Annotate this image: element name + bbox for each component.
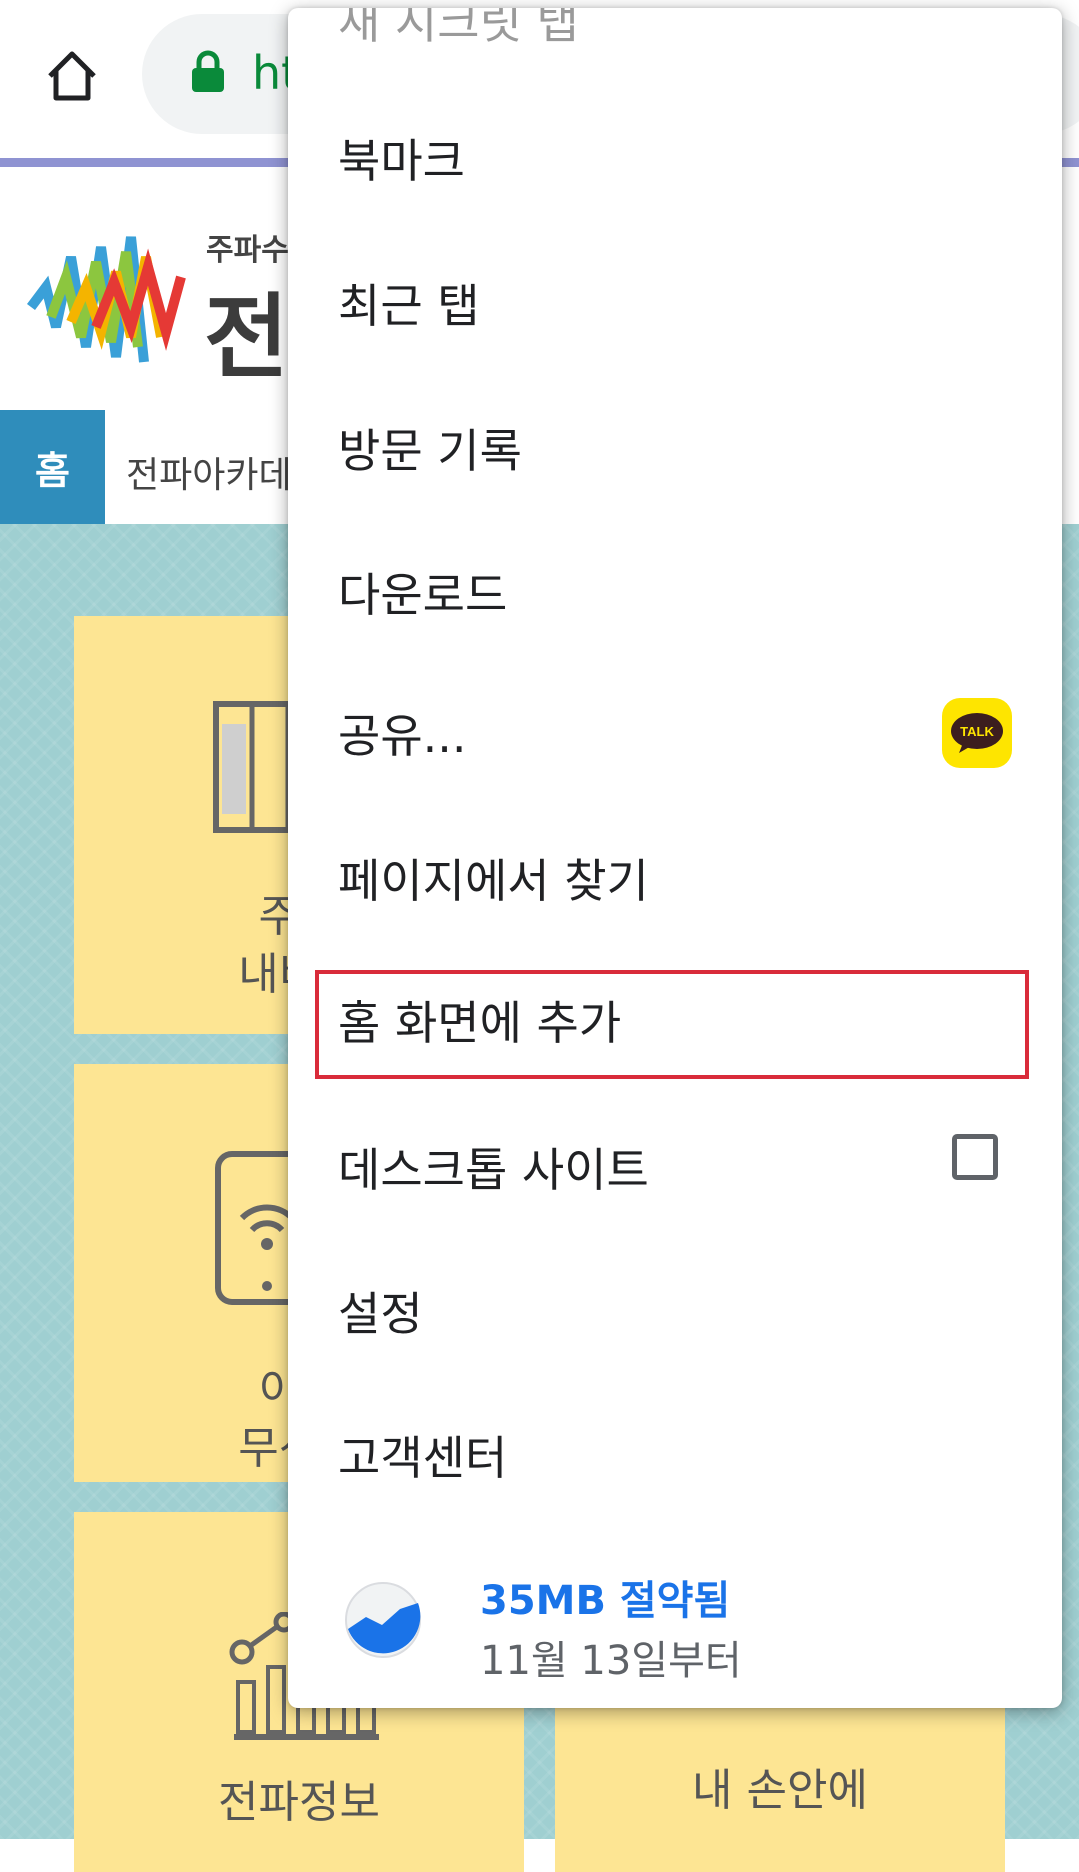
talk-bubble-icon: TALK [951,713,1003,753]
logo-title: 전 [204,284,289,391]
menu-item-label: 다운로드 [338,568,508,622]
data-saved-since: 11월 13일부터 [480,1638,742,1684]
menu-item-find-in-page[interactable]: 페이지에서 찾기 [288,818,1062,938]
menu-item-label: 고객센터 [338,1431,508,1485]
desktop-site-checkbox[interactable] [952,1134,998,1180]
menu-item-label: 페이지에서 찾기 [338,854,649,908]
lock-icon [192,50,224,92]
overflow-menu: 새 시크릿 탭 북마크 최근 탭 방문 기록 다운로드 공유... TALK 페… [288,8,1062,1708]
data-saved-amount[interactable]: 35MB 절약됨 [480,1568,730,1626]
menu-item-recent-tabs[interactable]: 최근 탭 [288,243,1062,363]
data-saver-icon[interactable] [344,1581,422,1659]
menu-item-label: 공유... [338,709,467,763]
kakaotalk-icon[interactable]: TALK [942,698,1012,768]
site-logo-icon [27,236,186,363]
home-icon [48,51,96,101]
menu-item-desktop-site[interactable]: 데스크톱 사이트 [288,1107,1062,1227]
menu-item-help-center[interactable]: 고객센터 [288,1395,1062,1515]
menu-item-label: 데스크톱 사이트 [338,1143,649,1197]
talk-text: TALK [960,724,994,739]
highlight-annotation-box [315,970,1029,1079]
tile-title: 전파정보 [218,1777,380,1828]
breadcrumb[interactable]: 전파아카데 [126,446,292,498]
menu-item-label: 방문 기록 [338,424,522,478]
menu-item-bookmarks[interactable]: 북마크 [288,98,1062,218]
menu-item-label: 북마크 [338,134,465,188]
menu-item-label: 설정 [338,1287,423,1341]
nav-home-button[interactable]: 홈 [0,410,105,524]
home-button[interactable] [36,40,108,112]
menu-item-new-incognito-tab[interactable]: 새 시크릿 탭 [338,8,579,52]
menu-item-label: 최근 탭 [338,279,480,333]
menu-item-downloads[interactable]: 다운로드 [288,532,1062,652]
tile-title: 내 손안에 [692,1765,868,1816]
menu-item-history[interactable]: 방문 기록 [288,388,1062,508]
menu-item-settings[interactable]: 설정 [288,1251,1062,1371]
